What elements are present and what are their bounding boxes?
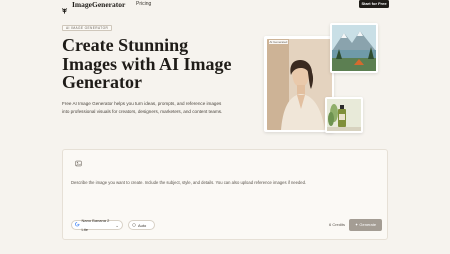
- brand-name[interactable]: ImageGenerator: [72, 0, 125, 9]
- prompt-input[interactable]: Describe the image you want to create. I…: [71, 180, 371, 186]
- showcase-portrait-card: AI Generated: [264, 36, 334, 132]
- image-upload-icon[interactable]: [73, 158, 84, 169]
- chevron-down-icon: ⌄: [115, 222, 119, 228]
- portrait-image: AI Generated: [266, 38, 332, 130]
- credits-count: 6 Credits: [329, 222, 346, 227]
- model-label: Nano Banana 2 Lite: [81, 218, 110, 232]
- generate-button[interactable]: ✦ Generate: [349, 219, 382, 231]
- showcase-product-card: [325, 97, 363, 133]
- showcase-landscape-card: [330, 23, 378, 73]
- google-g-icon: [75, 221, 80, 230]
- landscape-image: [332, 25, 376, 71]
- page-title: Create Stunning Images with AI Image Gen…: [62, 35, 232, 92]
- generate-label: Generate: [359, 222, 377, 227]
- ratio-circle-icon: [132, 221, 136, 230]
- model-selector[interactable]: Nano Banana 2 Lite ⌄: [71, 218, 123, 232]
- sparkle-icon: ✦: [354, 222, 359, 227]
- eyebrow-badge: AI IMAGE GENERATOR: [62, 25, 113, 31]
- ratio-selector[interactable]: Auto: [128, 220, 155, 230]
- prompt-composer: Describe the image you want to create. I…: [62, 149, 388, 240]
- hero-description: Free AI Image Generator helps you turn i…: [62, 101, 223, 114]
- start-free-button[interactable]: Start for Free: [359, 0, 389, 8]
- leaf-logo-icon[interactable]: [61, 1, 68, 14]
- top-nav: ImageGenerator Pricing Start for Free: [0, 0, 450, 14]
- ai-generated-tag: AI Generated: [268, 39, 289, 44]
- nav-link-pricing[interactable]: Pricing: [136, 1, 151, 8]
- ratio-label: Auto: [138, 222, 147, 228]
- product-image: [327, 99, 361, 131]
